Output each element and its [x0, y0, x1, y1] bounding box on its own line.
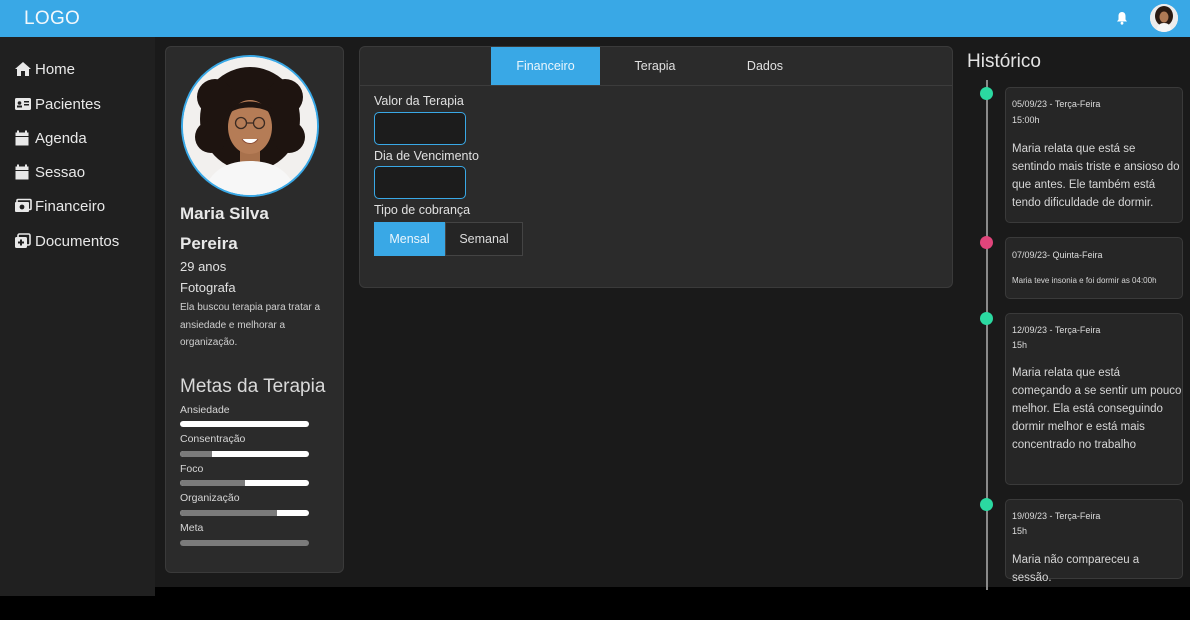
profile-photo	[181, 55, 319, 197]
history-entry: 05/09/23 - Terça-Feira 15:00h Maria rela…	[1005, 87, 1183, 223]
profile-card: Maria Silva Pereira 29 anos Fotografa El…	[165, 46, 344, 573]
goal-progress-fill	[180, 451, 213, 457]
entry-date: 07/09/23- Quinta-Feira	[1012, 250, 1103, 260]
patient-panel: Financeiro Terapia Dados Valor da Terapi…	[359, 46, 953, 288]
goal-label: Meta	[180, 522, 204, 534]
entry-text: Maria relata que está começando a se sen…	[1012, 367, 1182, 451]
money-icon	[15, 198, 32, 212]
therapy-value-label: Valor da Terapia	[374, 94, 464, 108]
sidebar-item-label: Documentos	[35, 232, 120, 250]
goal-progress-bar	[180, 480, 309, 486]
id-card-icon	[15, 98, 31, 110]
timeline-line	[986, 80, 988, 590]
goal-label: Consentração	[180, 433, 246, 445]
sidebar-item-label: Pacientes	[35, 95, 101, 113]
history-title: Histórico	[967, 51, 1041, 72]
timeline-dot	[980, 312, 993, 325]
tab-terapia[interactable]: Terapia	[600, 47, 710, 85]
goal-progress-bar	[180, 510, 309, 516]
calendar-icon	[15, 164, 29, 180]
tabs-divider	[360, 85, 952, 86]
goal-label: Ansiedade	[180, 404, 230, 416]
profile-name-line2: Pereira	[180, 234, 238, 253]
goal-progress-fill	[180, 540, 309, 546]
goals-title: Metas da Terapia	[180, 376, 326, 397]
entry-text: Maria teve insonia e foi dormir as 04:00…	[1012, 276, 1157, 285]
goal-label: Organização	[180, 492, 240, 504]
due-day-label: Dia de Vencimento	[374, 149, 479, 163]
goal-progress-bar	[180, 451, 309, 457]
goal-progress-bar	[180, 421, 309, 427]
sidebar-item-documentos[interactable]: Documentos	[14, 230, 119, 252]
billing-mensal-button[interactable]: Mensal	[374, 222, 445, 256]
sidebar-item-sessao[interactable]: Sessao	[14, 161, 85, 183]
goal-progress-fill	[180, 480, 245, 486]
entry-time: 15:00h	[1012, 115, 1040, 125]
sidebar-item-pacientes[interactable]: Pacientes	[14, 93, 101, 115]
sidebar: Home Pacientes Agenda Sessao Financeiro …	[0, 37, 155, 596]
sidebar-item-label: Agenda	[35, 129, 87, 147]
history-entry: 19/09/23 - Terça-Feira 15h Maria não com…	[1005, 499, 1183, 584]
timeline-dot	[980, 236, 993, 249]
billing-type-label: Tipo de cobrança	[374, 203, 471, 217]
due-day-input[interactable]	[374, 166, 466, 199]
profile-name-line1: Maria Silva	[180, 204, 269, 223]
goal-progress-fill	[180, 510, 277, 516]
therapy-value-input[interactable]	[374, 112, 466, 145]
entry-date: 19/09/23 - Terça-Feira	[1012, 511, 1101, 521]
timeline-dot	[980, 87, 993, 100]
sidebar-item-label: Sessao	[35, 163, 86, 181]
top-bar: LOGO	[0, 0, 1190, 37]
billing-semanal-button[interactable]: Semanal	[445, 222, 523, 256]
history-entry: 12/09/23 - Terça-Feira 15h Maria relata …	[1005, 313, 1183, 485]
history-entry: 07/09/23- Quinta-Feira Maria teve insoni…	[1005, 237, 1183, 299]
entry-time: 15h	[1012, 526, 1028, 536]
home-icon	[15, 62, 31, 76]
profile-description: Ela buscou terapia para tratar a ansieda…	[180, 302, 321, 348]
documents-icon	[15, 233, 31, 248]
bell-icon[interactable]	[1116, 11, 1128, 25]
goal-progress-bar	[180, 540, 309, 546]
sidebar-item-label: Home	[35, 60, 76, 78]
calendar-icon	[15, 130, 29, 146]
tab-financeiro[interactable]: Financeiro	[491, 47, 600, 85]
entry-text: Maria relata que está se sentindo mais t…	[1012, 143, 1180, 209]
entry-time: 15h	[1012, 340, 1028, 350]
entry-date: 05/09/23 - Terça-Feira	[1012, 99, 1101, 109]
user-avatar[interactable]	[1150, 4, 1178, 32]
sidebar-item-home[interactable]: Home	[14, 58, 75, 80]
entry-date: 12/09/23 - Terça-Feira	[1012, 325, 1101, 335]
profile-age: 29 anos	[180, 259, 227, 274]
sidebar-item-agenda[interactable]: Agenda	[14, 127, 87, 149]
logo[interactable]: LOGO	[24, 8, 80, 30]
sidebar-item-financeiro[interactable]: Financeiro	[14, 195, 105, 217]
timeline-dot	[980, 498, 993, 511]
sidebar-item-label: Financeiro	[35, 197, 106, 215]
profile-occupation: Fotografa	[180, 280, 236, 295]
goal-label: Foco	[180, 463, 204, 475]
tab-dados[interactable]: Dados	[710, 47, 820, 85]
entry-text: Maria não compareceu a sessão.	[1012, 554, 1140, 584]
